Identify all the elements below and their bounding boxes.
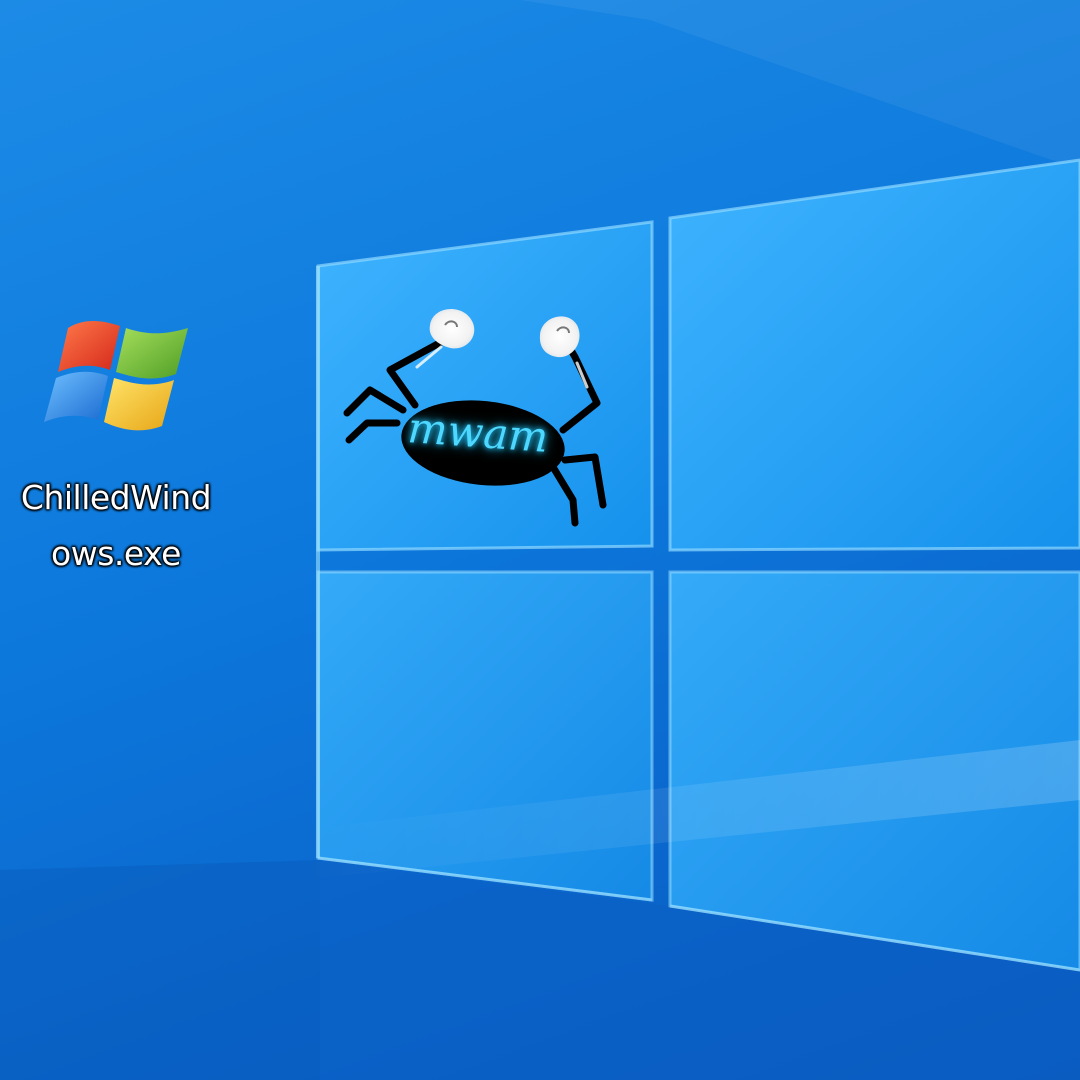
windows-flag-icon [40,310,196,450]
windows-logo-panes [300,158,1080,972]
desktop-icon-label-line1: ChilledWind [20,478,212,517]
desktop-icon-label-line2: ows.exe [51,534,181,573]
desktop[interactable]: ChilledWind ows.exe mwam [0,0,1080,1080]
crab-claws [429,308,580,358]
desktop-icon-label: ChilledWind ows.exe [0,470,232,582]
desktop-icon-chilledwindows[interactable]: ChilledWind ows.exe [0,300,232,580]
